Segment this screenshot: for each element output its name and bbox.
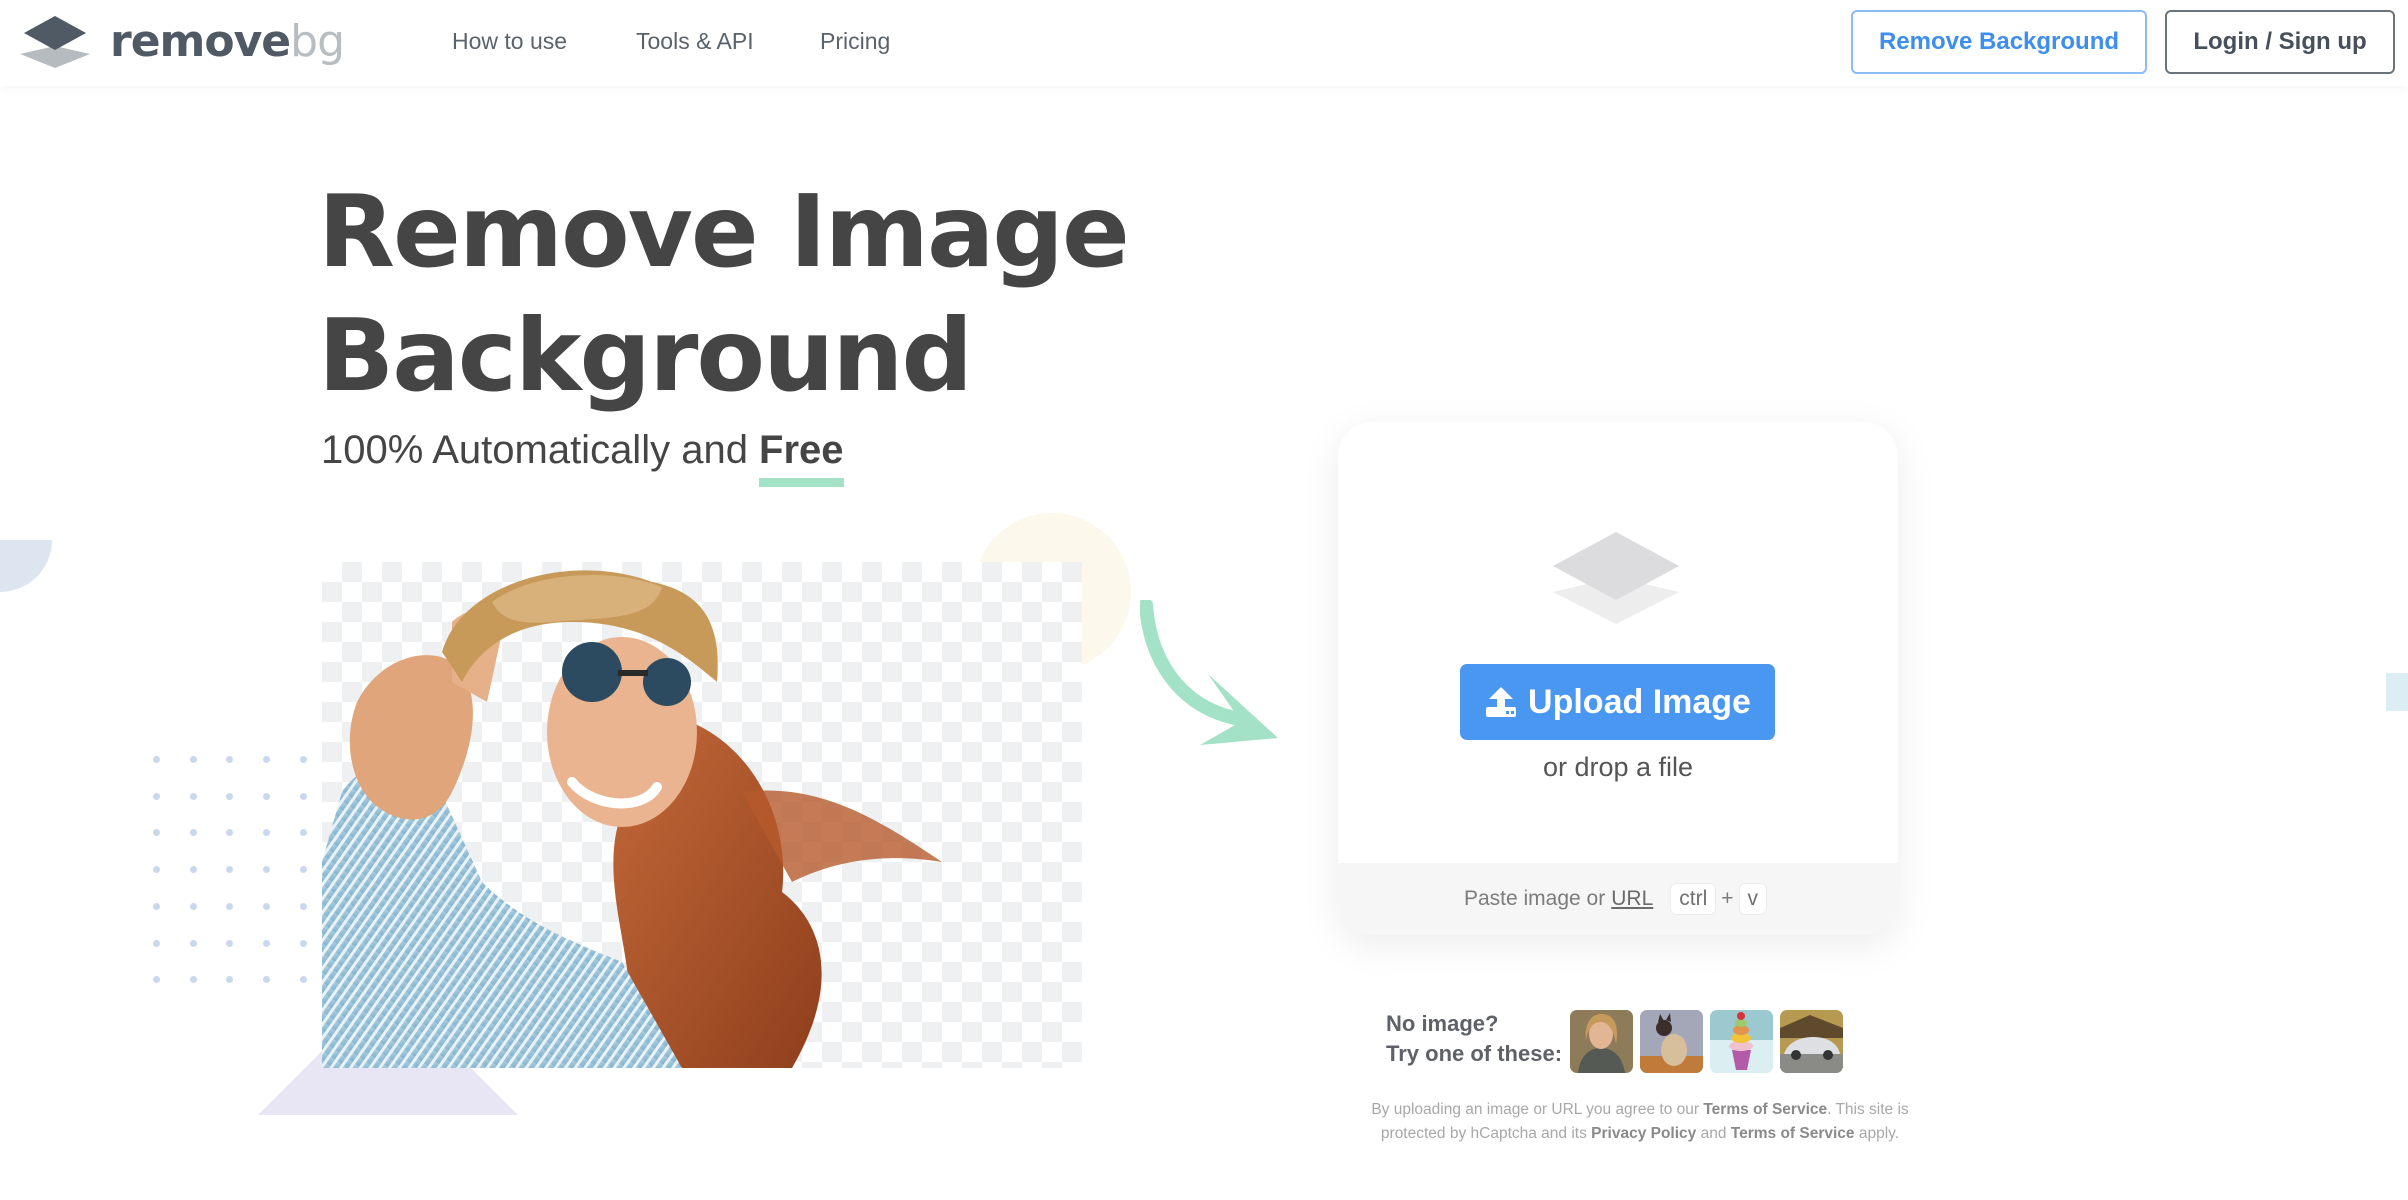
decorative-dot [263, 976, 271, 984]
decorative-dot [153, 866, 160, 874]
decorative-dot [189, 756, 197, 763]
legal-text: and [1696, 1125, 1731, 1142]
plus-sign: + [1721, 887, 1734, 910]
decorative-dot [263, 829, 271, 837]
decorative-half-circle [0, 540, 52, 592]
decorative-dot [189, 866, 197, 874]
woman-with-hat-illustration [322, 570, 942, 1068]
privacy-policy-link[interactable]: Privacy Policy [1591, 1125, 1696, 1142]
decorative-dot [263, 756, 271, 763]
layers-logo-icon [20, 16, 90, 68]
cat-thumbnail [1640, 1010, 1703, 1073]
nav-pricing[interactable]: Pricing [820, 28, 890, 55]
decorative-dot [189, 902, 197, 910]
car-thumbnail [1780, 1010, 1843, 1073]
decorative-dot [153, 939, 160, 947]
paste-text: Paste image or [1463, 887, 1606, 910]
url-link[interactable]: URL [1611, 887, 1653, 911]
logo-link[interactable]: removebg [20, 14, 345, 70]
subtitle-text: 100% Automatically and [321, 428, 760, 472]
ice-cream-thumbnail [1710, 1010, 1773, 1073]
decorative-dot [299, 976, 307, 984]
sample-images-label: No image? Try one of these: [1386, 1009, 1562, 1069]
decorative-dot [299, 902, 307, 910]
woman-thumbnail [1570, 1010, 1633, 1073]
legal-notice: By uploading an image or URL you agree t… [1340, 1098, 1940, 1146]
title-line-2: Background [318, 297, 973, 414]
decorative-dot [299, 829, 307, 837]
decorative-dot [189, 939, 197, 947]
decorative-dot [263, 902, 271, 910]
curved-arrow-icon [1140, 600, 1278, 745]
page-title: Remove Image Background [318, 170, 1130, 418]
demo-image-transparent-background [322, 562, 1082, 1068]
decorative-dot [263, 939, 271, 947]
no-image-text: No image? [1386, 1011, 1499, 1036]
decorative-dot [299, 756, 307, 763]
layers-placeholder-icon [1553, 532, 1679, 624]
decorative-dot [299, 792, 307, 800]
decorative-dot [189, 976, 197, 984]
decorative-dot [153, 792, 160, 800]
decorative-dot [153, 756, 160, 763]
decorative-dot [226, 829, 234, 837]
v-key: v [1739, 884, 1767, 914]
decorative-dot [299, 939, 307, 947]
login-signup-button[interactable]: Login / Sign up [2165, 10, 2395, 74]
legal-text: apply. [1854, 1125, 1900, 1142]
decorative-dot [226, 756, 234, 763]
emphasis-underline [759, 478, 844, 487]
terms-of-service-link[interactable]: Terms of Service [1703, 1101, 1827, 1118]
hcaptcha-terms-link[interactable]: Terms of Service [1731, 1125, 1855, 1142]
nav-tools-api[interactable]: Tools & API [636, 28, 754, 55]
decorative-dot [226, 866, 234, 874]
remove-background-button[interactable]: Remove Background [1851, 10, 2147, 74]
decorative-dot [263, 792, 271, 800]
sample-thumb-ice-cream[interactable] [1710, 1010, 1773, 1073]
top-navigation: removebg How to use Tools & API Pricing … [0, 0, 2408, 86]
upload-icon [1486, 687, 1517, 717]
decorative-dot [226, 902, 234, 910]
decorative-dot [263, 866, 271, 874]
sample-thumb-woman[interactable] [1570, 1010, 1633, 1073]
decorative-dot [226, 792, 234, 800]
try-these-text: Try one of these: [1386, 1041, 1563, 1066]
nav-how-to-use[interactable]: How to use [452, 28, 567, 55]
drop-file-hint: or drop a file [1542, 752, 1694, 782]
legal-text: By uploading an image or URL you agree t… [1371, 1101, 1704, 1118]
decorative-dot-grid [153, 756, 313, 986]
sample-thumb-car[interactable] [1780, 1010, 1843, 1073]
decorative-dot [189, 792, 197, 800]
decorative-rectangle [2386, 673, 2408, 711]
sample-thumb-cat[interactable] [1640, 1010, 1703, 1073]
paste-hint-bar: Paste image or URL ctrl + v [1338, 863, 1898, 935]
hero-subtitle: 100% Automatically and Free [321, 428, 844, 487]
subtitle-emphasis: Free [759, 428, 844, 487]
upload-button-label: Upload Image [1528, 682, 1751, 721]
decorative-dot [153, 829, 160, 837]
decorative-dot [153, 976, 160, 984]
decorative-dot [299, 866, 307, 874]
decorative-dot [153, 902, 160, 910]
decorative-dot [189, 829, 197, 837]
upload-image-button[interactable]: Upload Image [1460, 664, 1775, 740]
decorative-dot [226, 939, 234, 947]
upload-card[interactable]: Upload Image or drop a file Paste image … [1338, 422, 1898, 935]
title-line-1: Remove Image [318, 173, 1130, 290]
logo-wordmark: removebg [110, 16, 345, 67]
decorative-dot [226, 976, 234, 984]
ctrl-key: ctrl [1671, 884, 1716, 914]
